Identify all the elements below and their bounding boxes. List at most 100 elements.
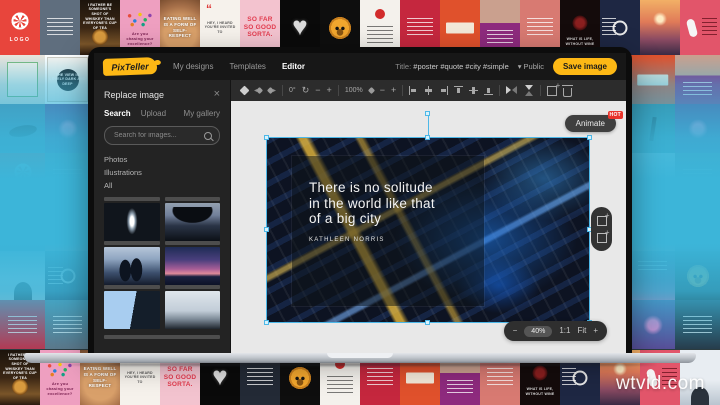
flip-vertical-icon[interactable] bbox=[524, 85, 533, 96]
scale-icon[interactable] bbox=[369, 88, 374, 93]
align-center-horizontal-icon[interactable] bbox=[424, 86, 433, 95]
sidebar-tabs: Search Upload My gallery bbox=[104, 109, 220, 118]
sidebar-title: Replace image bbox=[104, 90, 164, 100]
scale-plus-button[interactable]: + bbox=[391, 86, 396, 95]
save-image-button[interactable]: Save image bbox=[553, 58, 617, 75]
poster-tile: LOGO bbox=[0, 153, 45, 202]
nav-editor[interactable]: Editor bbox=[282, 62, 305, 71]
poster-tile bbox=[0, 300, 45, 349]
poster-tile bbox=[630, 202, 675, 251]
laptop-base bbox=[24, 353, 696, 363]
tile-text: EATING WELL IS A FORM OF SELF-RESPECT bbox=[160, 16, 200, 39]
poster-tile bbox=[640, 0, 680, 55]
rotation-handle[interactable] bbox=[425, 111, 430, 116]
animate-hot-badge: HOT bbox=[608, 111, 623, 119]
tile-text: LOGO bbox=[7, 37, 34, 44]
poster-tile bbox=[675, 153, 720, 202]
pixteller-editor: PixTeller My designs Templates Editor Ti… bbox=[94, 53, 626, 353]
filter-illustrations[interactable]: Illustrations bbox=[104, 166, 220, 179]
poster-tile bbox=[675, 251, 720, 300]
editor-content: Replace image × Search Upload My gallery bbox=[94, 80, 626, 353]
poster-tile bbox=[40, 0, 80, 55]
nav-my-designs[interactable]: My designs bbox=[173, 62, 213, 71]
resize-handle[interactable] bbox=[425, 135, 430, 140]
flip-horizontal-icon[interactable] bbox=[506, 86, 517, 95]
duplicate-icon[interactable] bbox=[547, 86, 557, 96]
add-page-after-icon[interactable] bbox=[597, 233, 607, 243]
zoom-in-button[interactable]: + bbox=[593, 327, 598, 335]
gallery-thumb[interactable] bbox=[104, 291, 160, 329]
quote-overlay-panel: There is no solitude in the world like t… bbox=[292, 156, 484, 306]
filter-all[interactable]: All bbox=[104, 179, 220, 192]
filter-photos[interactable]: Photos bbox=[104, 153, 220, 166]
resize-handle[interactable] bbox=[264, 320, 269, 325]
resize-handle[interactable] bbox=[425, 320, 430, 325]
design-canvas[interactable]: There is no solitude in the world like t… bbox=[231, 101, 626, 353]
design-title[interactable]: Title: #poster #quote #city #simple bbox=[395, 62, 509, 71]
align-top-icon[interactable] bbox=[454, 86, 463, 95]
zoom-fit-button[interactable]: Fit bbox=[577, 327, 586, 335]
poster-tile bbox=[675, 202, 720, 251]
gallery-thumb[interactable] bbox=[104, 203, 160, 241]
tile-text: EATING WELL IS A FORM OF SELF-RESPECT bbox=[80, 366, 120, 389]
toolbar-separator bbox=[282, 85, 283, 96]
send-backward-icon[interactable]: ◂ bbox=[254, 88, 262, 94]
delete-icon[interactable] bbox=[563, 88, 572, 97]
collage-column-left: THE VIEW IS LOVELY DARK AND DEEP LOGO bbox=[0, 55, 90, 350]
close-icon[interactable]: × bbox=[214, 89, 220, 100]
poster-tile bbox=[0, 104, 45, 153]
tab-upload[interactable]: Upload bbox=[141, 109, 166, 118]
shape-layer-icon[interactable] bbox=[241, 87, 248, 94]
gallery-thumb[interactable] bbox=[165, 247, 221, 285]
poster-tile bbox=[45, 300, 90, 349]
zoom-out-button[interactable]: − bbox=[513, 327, 518, 335]
navbar-right: Title: #poster #quote #city #simple ▾ Pu… bbox=[395, 58, 617, 75]
selected-image-layer[interactable]: There is no solitude in the world like t… bbox=[267, 138, 589, 322]
poster-tile bbox=[0, 202, 45, 251]
pixteller-logo[interactable]: PixTeller bbox=[103, 57, 158, 76]
search-icon bbox=[204, 132, 212, 140]
image-search-input[interactable] bbox=[112, 131, 204, 140]
poster-tile bbox=[630, 153, 675, 202]
rotate-minus-button[interactable]: − bbox=[315, 86, 320, 95]
align-bottom-icon[interactable] bbox=[484, 86, 493, 95]
align-center-vertical-icon[interactable] bbox=[469, 86, 478, 95]
nav-templates[interactable]: Templates bbox=[229, 62, 265, 71]
toolbar-separator bbox=[338, 85, 339, 96]
image-search-box[interactable] bbox=[104, 126, 220, 145]
top-navbar: PixTeller My designs Templates Editor Ti… bbox=[94, 53, 626, 80]
rotate-plus-button[interactable]: + bbox=[327, 86, 332, 95]
add-page-before-icon[interactable] bbox=[597, 216, 607, 226]
poster-tile bbox=[675, 55, 720, 104]
resize-handle[interactable] bbox=[264, 135, 269, 140]
poster-tile bbox=[675, 104, 720, 153]
tab-my-gallery[interactable]: My gallery bbox=[184, 109, 220, 118]
poster-tile bbox=[45, 153, 90, 202]
zoom-one-to-one-button[interactable]: 1:1 bbox=[559, 327, 570, 335]
animate-button[interactable]: Animate HOT bbox=[565, 115, 616, 132]
collage-column-right bbox=[630, 55, 720, 350]
visibility-dropdown[interactable]: ▾ Public bbox=[518, 62, 544, 71]
gallery-thumb[interactable] bbox=[165, 203, 221, 241]
rotate-icon[interactable]: ↻ bbox=[302, 86, 310, 95]
tile-text: Are you chasing your excellence? bbox=[40, 381, 80, 397]
watermark: wtvid.com bbox=[616, 373, 705, 395]
chevron-down-icon: ▾ bbox=[518, 62, 522, 71]
tab-search[interactable]: Search bbox=[104, 109, 131, 118]
gallery-thumb[interactable] bbox=[104, 247, 160, 285]
editor-main: ◂ ▸ 0° ↻ − + 100% − + bbox=[230, 80, 626, 353]
resize-handle[interactable] bbox=[264, 227, 269, 232]
align-left-icon[interactable] bbox=[409, 86, 418, 95]
tile-text: HEY, I HEARD YOU'RE INVITED TO bbox=[120, 371, 160, 385]
bring-forward-icon[interactable]: ▸ bbox=[268, 88, 276, 94]
gallery-thumb[interactable] bbox=[165, 291, 221, 329]
toolbar-separator bbox=[402, 85, 403, 96]
zoom-level[interactable]: 40% bbox=[524, 326, 552, 337]
tile-text: I RATHER BE SOMEONE'S SHOT OF WHISKEY TH… bbox=[80, 3, 120, 30]
resize-handle[interactable] bbox=[587, 135, 592, 140]
scale-minus-button[interactable]: − bbox=[380, 86, 385, 95]
tile-text: LOGO bbox=[9, 187, 36, 194]
poster-tile: THE VIEW IS LOVELY DARK AND DEEP bbox=[45, 55, 90, 104]
align-right-icon[interactable] bbox=[439, 86, 448, 95]
tile-text: SO FAR SO GOOD SORTA. bbox=[160, 366, 200, 388]
